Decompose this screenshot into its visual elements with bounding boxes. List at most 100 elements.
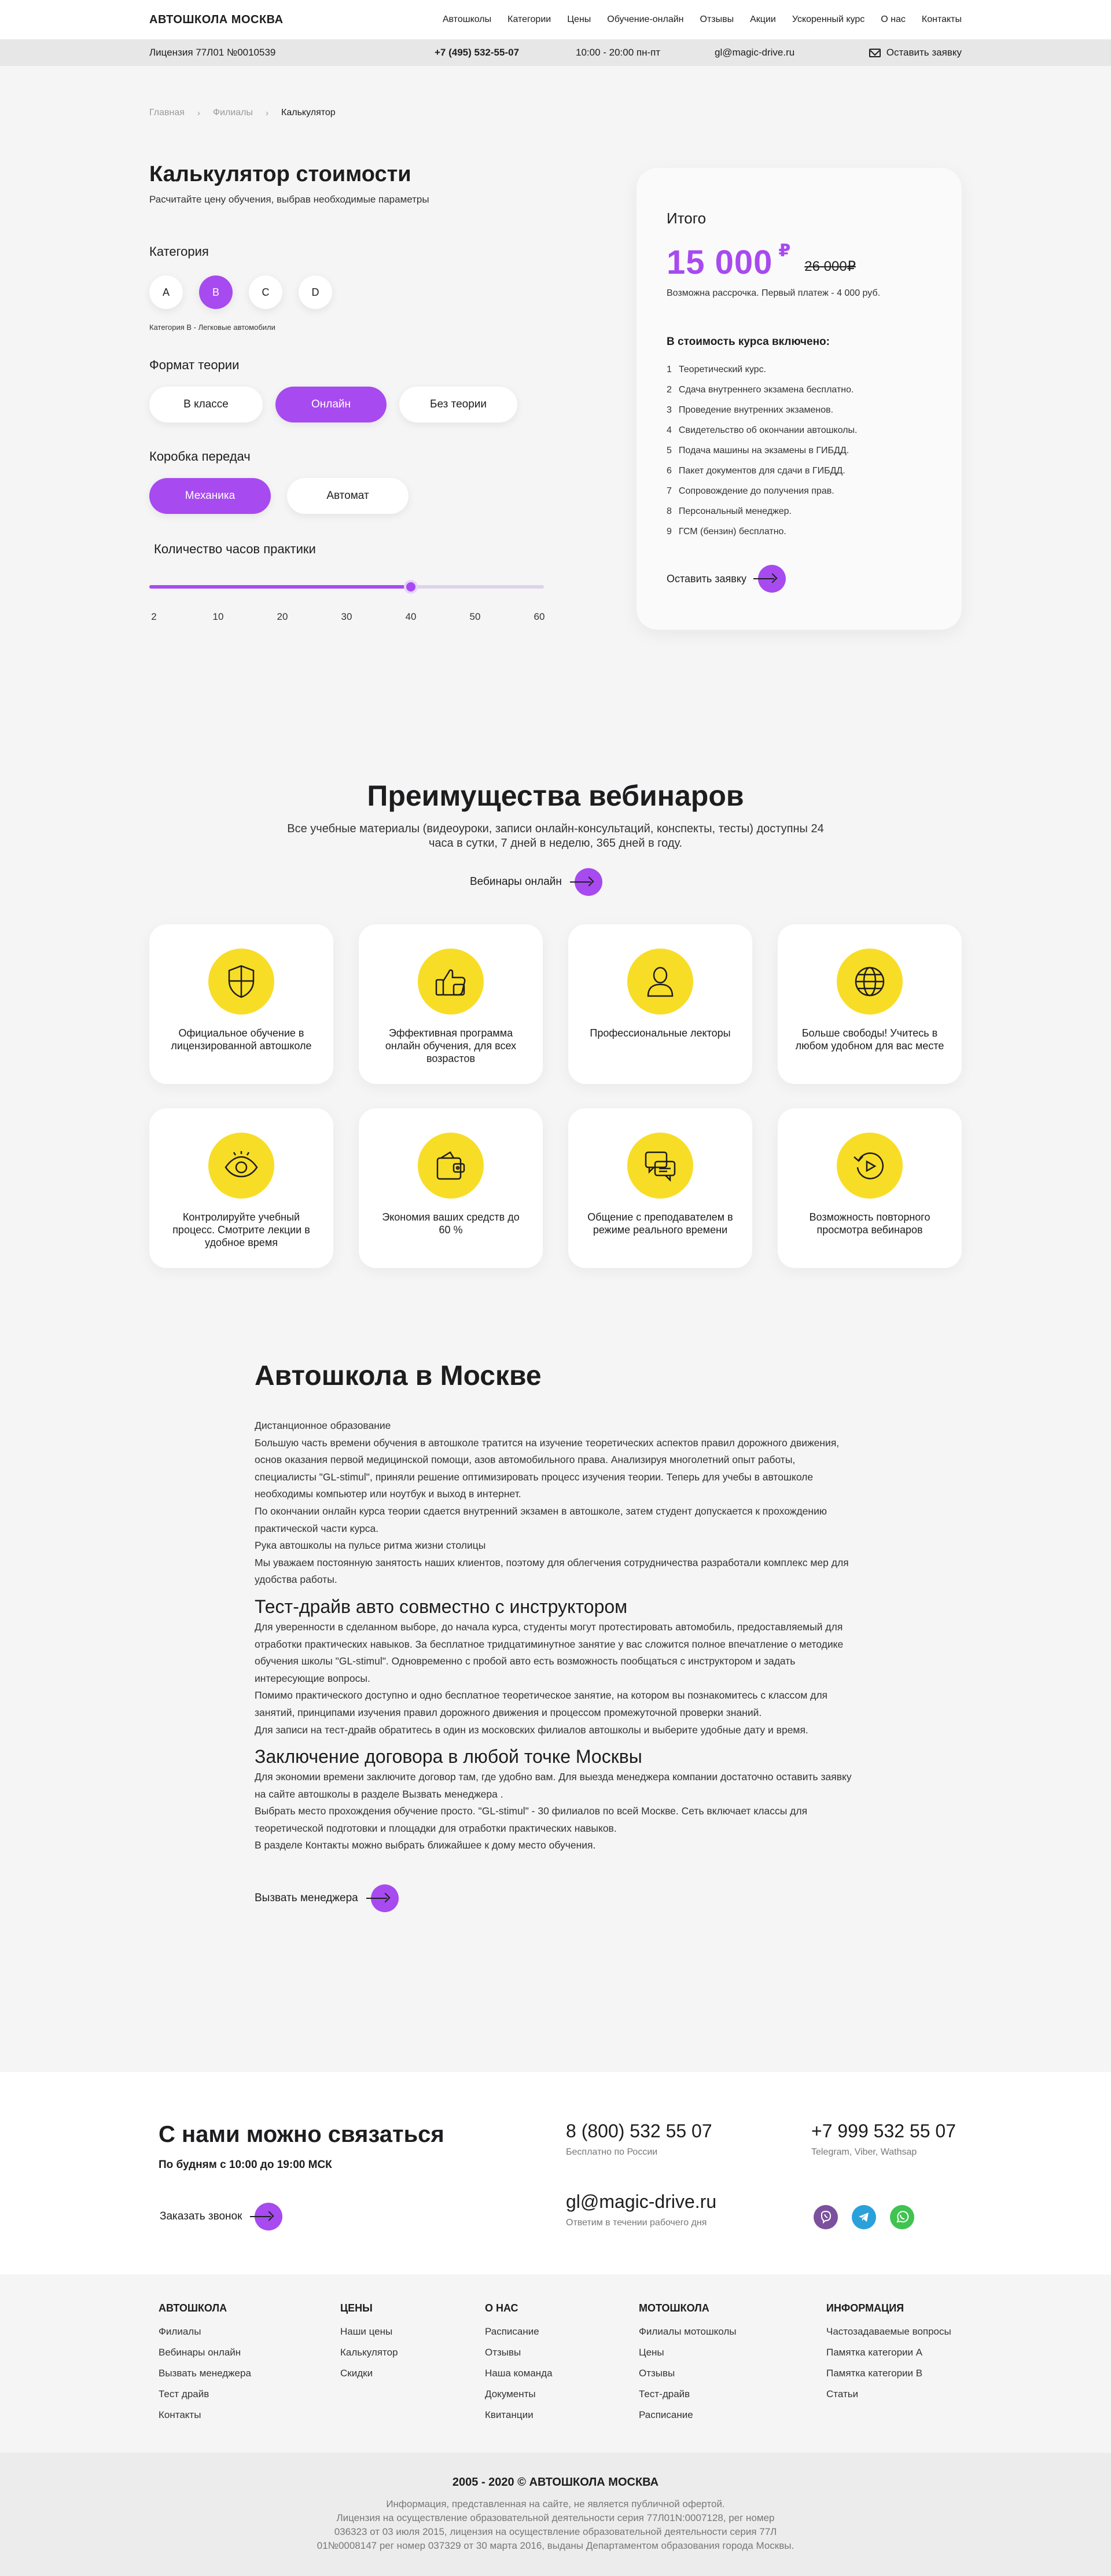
list-item: 9 ГСМ (бензин) бесплатно. bbox=[667, 527, 857, 547]
gearbox-option-automatic[interactable]: Автомат bbox=[287, 478, 409, 514]
nav-item-categories[interactable]: Категории bbox=[507, 14, 551, 25]
header-phone[interactable]: +7 (495) 532-55-07 bbox=[435, 47, 576, 58]
footer-link[interactable]: Тест драйв bbox=[159, 2384, 251, 2405]
footer-link[interactable]: Цены bbox=[639, 2342, 736, 2363]
footer-column-title: ИНФОРМАЦИЯ bbox=[826, 2302, 904, 2314]
breadcrumb-branches[interactable]: Филиалы bbox=[213, 108, 253, 118]
icon-circle bbox=[418, 949, 484, 1015]
arrow-right-icon bbox=[366, 1884, 399, 1913]
footer-link[interactable]: Частозадаваемые вопросы bbox=[826, 2321, 951, 2342]
header-email[interactable]: gl@magic-drive.ru bbox=[715, 47, 848, 58]
slider-tick: 2 bbox=[151, 611, 157, 622]
calculator-subtitle: Расчитайте цену обучения, выбрав необход… bbox=[149, 194, 429, 205]
footer-link[interactable]: Филиалы мотошколы bbox=[639, 2321, 736, 2342]
contacts-email[interactable]: gl@magic-drive.ru bbox=[566, 2191, 716, 2213]
included-item: Проведение внутренних экзаменов. bbox=[678, 405, 834, 415]
nav-item-contacts[interactable]: Контакты bbox=[922, 14, 962, 25]
footer-link[interactable]: Вебинары онлайн bbox=[159, 2342, 251, 2363]
slider-thumb[interactable] bbox=[404, 580, 418, 594]
footer-link[interactable]: Расписание bbox=[485, 2321, 553, 2342]
nav-item-prices[interactable]: Цены bbox=[567, 14, 591, 25]
order-call-button[interactable]: Заказать звонок bbox=[160, 2203, 283, 2230]
nav-item-about[interactable]: О нас bbox=[881, 14, 906, 25]
theory-option-online[interactable]: Онлайн bbox=[275, 387, 387, 422]
included-item: Подача машины на экзамены в ГИБДД. bbox=[678, 446, 849, 455]
category-option-a[interactable]: A bbox=[149, 275, 183, 309]
nav-item-express-course[interactable]: Ускоренный курс bbox=[792, 14, 864, 25]
article-section: Автошкола в Москве Дистанционное образов… bbox=[255, 1360, 856, 1913]
nav-item-reviews[interactable]: Отзывы bbox=[700, 14, 734, 25]
category-selector: A B C D bbox=[149, 275, 332, 309]
viber-icon[interactable] bbox=[814, 2205, 838, 2229]
wallet-icon bbox=[436, 1151, 465, 1180]
arrow-right-icon bbox=[753, 565, 786, 593]
site-logo[interactable]: АВТОШКОЛА МОСКВА bbox=[149, 13, 284, 27]
phone-messengers[interactable]: +7 999 532 55 07 bbox=[811, 2121, 956, 2142]
footer-column-autoschool: АВТОШКОЛА Филиалы Вебинары онлайн Вызват… bbox=[159, 2302, 251, 2426]
icon-circle bbox=[627, 1133, 693, 1199]
chevron-right-icon: › bbox=[266, 108, 269, 118]
footer-link[interactable]: Скидки bbox=[340, 2363, 398, 2384]
chat-icon bbox=[645, 1151, 676, 1182]
nav-item-autoschools[interactable]: Автошколы bbox=[443, 14, 491, 25]
icon-circle bbox=[418, 1133, 484, 1199]
webinars-online-link[interactable]: Вебинары онлайн bbox=[470, 868, 602, 896]
footer-column-title: О НАС bbox=[485, 2302, 518, 2314]
slider-tick: 10 bbox=[212, 611, 224, 622]
footer-link[interactable]: Квитанции bbox=[485, 2405, 553, 2426]
footer-link[interactable]: Наши цены bbox=[340, 2321, 398, 2342]
theory-option-none[interactable]: Без теории bbox=[399, 387, 517, 422]
theory-option-classroom[interactable]: В классе bbox=[149, 387, 263, 422]
footer-link[interactable]: Памятка категории B bbox=[826, 2363, 951, 2384]
test-drive-heading: Тест-драйв авто совместно с инструктором bbox=[255, 1596, 628, 1617]
footer-link[interactable]: Филиалы bbox=[159, 2321, 251, 2342]
list-item: 7 Сопровождение до получения прав. bbox=[667, 486, 857, 506]
category-option-d[interactable]: D bbox=[299, 275, 332, 309]
footer-link[interactable]: Статьи bbox=[826, 2384, 951, 2405]
nav-item-online-learning[interactable]: Обучение-онлайн bbox=[607, 14, 683, 25]
advantage-card: Возможность повторного просмотра вебинар… bbox=[778, 1108, 962, 1268]
top-navbar: АВТОШКОЛА МОСКВА Автошколы Категории Цен… bbox=[0, 0, 1111, 39]
advantage-card: Контролируйте учебный процесс. Смотрите … bbox=[149, 1108, 333, 1268]
footer-column-information: ИНФОРМАЦИЯ Частозадаваемые вопросы Памят… bbox=[826, 2302, 951, 2405]
arrow-right-icon bbox=[250, 2203, 283, 2230]
footer-column-prices: ЦЕНЫ Наши цены Калькулятор Скидки bbox=[340, 2302, 398, 2384]
included-list: 1 Теоретический курс. 2 Сдача внутреннего … bbox=[667, 365, 857, 547]
footer-link[interactable]: Отзывы bbox=[639, 2363, 736, 2384]
footer-link[interactable]: Калькулятор bbox=[340, 2342, 398, 2363]
category-option-c[interactable]: C bbox=[249, 275, 282, 309]
practice-hours-slider[interactable] bbox=[149, 580, 544, 594]
header-request-button[interactable]: Оставить заявку bbox=[869, 47, 962, 58]
list-number: 2 bbox=[667, 385, 672, 395]
installment-note: Возможна рассрочка. Первый платеж - 4 00… bbox=[667, 288, 881, 298]
phone-free[interactable]: 8 (800) 532 55 07 bbox=[566, 2121, 712, 2142]
article-title: Автошкола в Москве bbox=[255, 1361, 542, 1391]
footer-link[interactable]: Тест-драйв bbox=[639, 2384, 736, 2405]
advantage-card: Экономия ваших средств до 60 % bbox=[359, 1108, 543, 1268]
footer-link[interactable]: Документы bbox=[485, 2384, 553, 2405]
list-item: 2 Сдача внутреннего экзамена бесплатно. bbox=[667, 385, 857, 405]
footer-bottom: 2005 - 2020 © АВТОШКОЛА МОСКВА Информаци… bbox=[0, 2453, 1111, 2576]
advantage-card: Профессиональные лекторы bbox=[568, 924, 752, 1084]
summary-request-button[interactable]: Оставить заявку bbox=[667, 565, 786, 593]
list-number: 7 bbox=[667, 486, 672, 496]
footer-link[interactable]: Наша команда bbox=[485, 2363, 553, 2384]
footer-link[interactable]: Расписание bbox=[639, 2405, 736, 2426]
call-manager-button[interactable]: Вызвать менеджера bbox=[255, 1884, 856, 1913]
telegram-icon[interactable] bbox=[852, 2205, 876, 2229]
footer-link[interactable]: Памятка категории A bbox=[826, 2342, 951, 2363]
advantages-title: Преимущества вебинаров bbox=[367, 780, 744, 812]
included-item: Теоретический курс. bbox=[678, 365, 767, 374]
nav-item-promotions[interactable]: Акции bbox=[750, 14, 776, 25]
footer-link[interactable]: Отзывы bbox=[485, 2342, 553, 2363]
contacts-section: С нами можно связаться По будням с 10:00… bbox=[0, 2072, 1111, 2274]
footer-link[interactable]: Контакты bbox=[159, 2405, 251, 2426]
category-option-b[interactable]: B bbox=[199, 275, 233, 309]
breadcrumb-home[interactable]: Главная bbox=[149, 108, 185, 118]
breadcrumb: Главная › Филиалы › Калькулятор bbox=[149, 108, 336, 118]
practice-hours-label: Количество часов практики bbox=[154, 542, 316, 556]
gearbox-option-manual[interactable]: Механика bbox=[149, 478, 271, 514]
footer-link[interactable]: Вызвать менеджера bbox=[159, 2363, 251, 2384]
included-item: ГСМ (бензин) бесплатно. bbox=[678, 527, 786, 536]
whatsapp-icon[interactable] bbox=[890, 2205, 914, 2229]
